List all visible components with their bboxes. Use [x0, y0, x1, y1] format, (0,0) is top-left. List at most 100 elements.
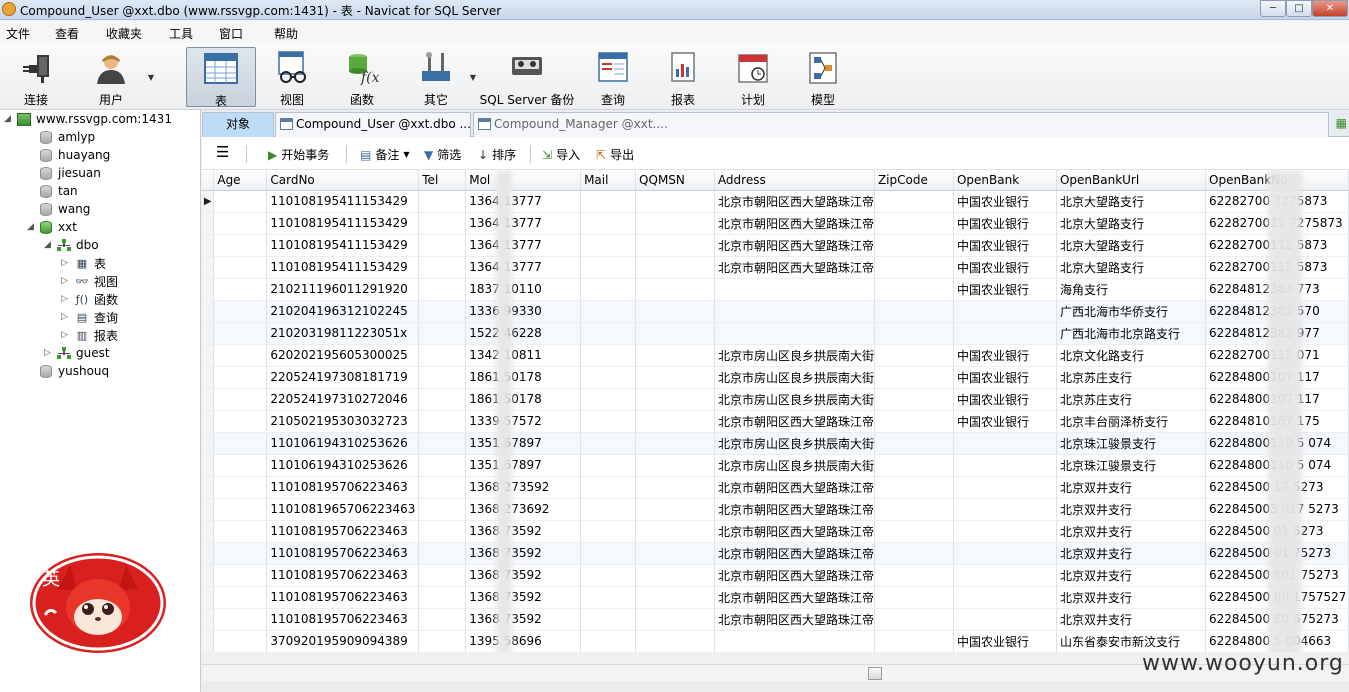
- table-cell[interactable]: [953, 432, 1057, 455]
- table-cell[interactable]: [213, 630, 268, 652]
- table-cell[interactable]: 中国农业银行: [953, 388, 1057, 411]
- table-cell[interactable]: 北京双井支行: [1056, 476, 1207, 499]
- table-cell[interactable]: [418, 564, 467, 587]
- table-cell[interactable]: 1351 67897: [465, 454, 582, 477]
- chevron-down-icon[interactable]: ▼: [403, 150, 409, 159]
- table-cell[interactable]: [953, 564, 1057, 587]
- table-cell[interactable]: 北京市朝阳区西大望路珠江帝: [714, 498, 875, 521]
- table-cell[interactable]: [418, 520, 467, 543]
- table-cell[interactable]: 北京市房山区良乡拱辰南大街: [714, 388, 875, 411]
- table-cell[interactable]: [580, 476, 637, 499]
- row-indicator[interactable]: [202, 300, 215, 323]
- table-cell[interactable]: [635, 234, 715, 257]
- table-cell[interactable]: 21020319811223051x: [266, 322, 420, 345]
- tree-item-functions[interactable]: ▷ ƒ() 函数: [61, 290, 118, 308]
- table-cell[interactable]: 北京双井支行: [1056, 542, 1207, 565]
- tree-db-xxt[interactable]: ◢ xxt: [27, 218, 77, 236]
- collapse-arrow-icon[interactable]: ◢: [44, 240, 54, 250]
- toolbar-schedule-button[interactable]: 计划: [726, 47, 780, 107]
- toolbar-other-button[interactable]: 其它 ▼: [408, 47, 476, 107]
- row-indicator[interactable]: [202, 366, 215, 389]
- tree-item-views[interactable]: ▷ 👓 视图: [61, 272, 118, 290]
- table-cell[interactable]: [953, 520, 1057, 543]
- table-row[interactable]: 220524197310272046 1861 50178 北京市房山区良乡拱辰南大…: [202, 388, 1349, 411]
- table-cell[interactable]: 210211196011291920: [266, 278, 420, 301]
- table-row[interactable]: 110106194310253626 1351 67897 北京市房山区良乡拱辰南大…: [202, 432, 1349, 455]
- table-cell[interactable]: [418, 498, 467, 521]
- table-cell[interactable]: [580, 542, 637, 565]
- row-indicator[interactable]: [202, 476, 215, 499]
- table-cell[interactable]: [213, 344, 268, 367]
- memo-button[interactable]: ▤ 备注 ▼: [360, 146, 410, 163]
- expand-arrow-icon[interactable]: ▷: [61, 258, 71, 268]
- table-cell[interactable]: [953, 542, 1057, 565]
- menu-tools[interactable]: 工具: [169, 25, 193, 42]
- table-cell[interactable]: [874, 366, 954, 389]
- table-cell[interactable]: [874, 300, 954, 323]
- collapse-arrow-icon[interactable]: ◢: [27, 222, 37, 232]
- table-cell[interactable]: 北京双井支行: [1056, 564, 1207, 587]
- table-cell[interactable]: 北京市朝阳区西大望路珠江帝: [714, 520, 875, 543]
- table-cell[interactable]: 北京市房山区良乡拱辰南大街: [714, 344, 875, 367]
- table-cell[interactable]: 中国农业银行: [953, 190, 1057, 213]
- table-cell[interactable]: 北京市朝阳区西大望路珠江帝: [714, 476, 875, 499]
- table-cell[interactable]: [635, 564, 715, 587]
- table-cell[interactable]: [714, 300, 875, 323]
- table-cell[interactable]: [418, 212, 467, 235]
- table-cell[interactable]: [635, 630, 715, 652]
- tree-db-huayang[interactable]: huayang: [40, 146, 110, 164]
- row-indicator[interactable]: [202, 454, 215, 477]
- table-cell[interactable]: 210204196312102245: [266, 300, 420, 323]
- table-row[interactable]: 110108195411153429 1364 13777 北京市朝阳区西大望路珠江…: [202, 212, 1349, 235]
- table-cell[interactable]: 北京大望路支行: [1056, 190, 1207, 213]
- table-cell[interactable]: 110108195706223463: [266, 564, 420, 587]
- tree-item-reports[interactable]: ▷ ▥ 报表: [61, 326, 118, 344]
- tab-overflow-icon[interactable]: ▦: [1336, 116, 1347, 130]
- collapse-arrow-icon[interactable]: ◢: [4, 114, 14, 124]
- table-cell[interactable]: 北京丰台丽泽桥支行: [1056, 410, 1207, 433]
- toolbar-backup-button[interactable]: SQL Server 备份: [478, 47, 576, 107]
- table-cell[interactable]: [714, 322, 875, 345]
- table-cell[interactable]: 110108195411153429: [266, 190, 420, 213]
- row-indicator[interactable]: [202, 410, 215, 433]
- table-cell[interactable]: 1101081965706223463: [266, 498, 420, 521]
- table-cell[interactable]: [874, 234, 954, 257]
- table-cell[interactable]: [213, 366, 268, 389]
- table-cell[interactable]: [418, 366, 467, 389]
- table-cell[interactable]: [635, 322, 715, 345]
- table-cell[interactable]: [874, 476, 954, 499]
- table-cell[interactable]: [418, 322, 467, 345]
- table-cell[interactable]: [953, 300, 1057, 323]
- table-cell[interactable]: [874, 520, 954, 543]
- column-header[interactable]: CardNo: [266, 170, 420, 191]
- table-cell[interactable]: 北京大望路支行: [1056, 212, 1207, 235]
- table-cell[interactable]: [418, 586, 467, 609]
- table-cell[interactable]: [213, 542, 268, 565]
- table-cell[interactable]: [874, 344, 954, 367]
- table-row[interactable]: 110108195706223463 1368 73592 北京市朝阳区西大望路珠江…: [202, 586, 1349, 609]
- table-cell[interactable]: [418, 256, 467, 279]
- table-cell[interactable]: [580, 586, 637, 609]
- table-cell[interactable]: 1364 13777: [465, 256, 582, 279]
- row-indicator[interactable]: [202, 322, 215, 345]
- table-cell[interactable]: [580, 278, 637, 301]
- table-cell[interactable]: [635, 476, 715, 499]
- table-cell[interactable]: [418, 190, 467, 213]
- table-cell[interactable]: 北京市房山区良乡拱辰南大街: [714, 454, 875, 477]
- expand-arrow-icon[interactable]: ▷: [61, 330, 71, 340]
- table-cell[interactable]: [635, 190, 715, 213]
- table-cell[interactable]: 110108195706223463: [266, 476, 420, 499]
- toolbar-view-button[interactable]: 视图: [264, 47, 320, 107]
- table-cell[interactable]: [953, 586, 1057, 609]
- table-cell[interactable]: [580, 454, 637, 477]
- table-cell[interactable]: [418, 542, 467, 565]
- toolbar-user-button[interactable]: 用户 ▼: [80, 47, 154, 107]
- row-indicator[interactable]: [202, 564, 215, 587]
- menu-file[interactable]: 文件: [6, 25, 30, 42]
- table-cell[interactable]: 中国农业银行: [953, 366, 1057, 389]
- table-cell[interactable]: [580, 564, 637, 587]
- table-cell[interactable]: [580, 630, 637, 652]
- row-indicator[interactable]: [202, 256, 215, 279]
- row-indicator[interactable]: [202, 608, 215, 631]
- table-cell[interactable]: [953, 476, 1057, 499]
